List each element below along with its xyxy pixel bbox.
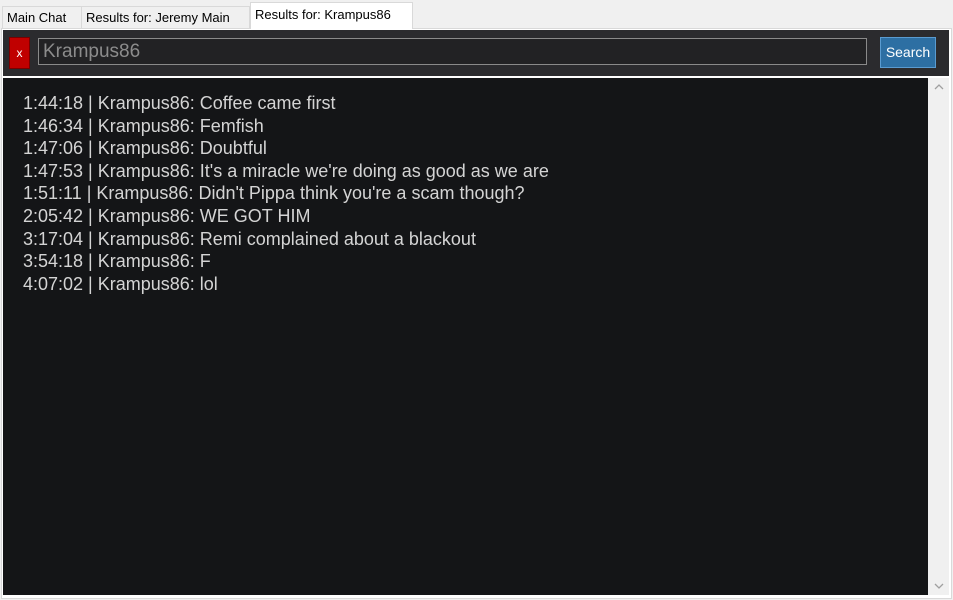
result-line: 1:47:53 | Krampus86: It's a miracle we'r… — [23, 160, 549, 181]
scroll-up-button[interactable] — [928, 78, 949, 95]
close-icon: x — [16, 46, 23, 60]
result-line: 1:44:18 | Krampus86: Coffee came first — [23, 93, 336, 113]
tab-results-jeremy-main[interactable]: Results for: Jeremy Main — [81, 6, 250, 28]
result-line: 1:47:06 | Krampus86: Doubtful — [23, 138, 267, 159]
chat-search-window: Main Chat Results for: Jeremy Main Resul… — [0, 0, 953, 600]
tab-strip: Main Chat Results for: Jeremy Main Resul… — [0, 0, 953, 29]
scroll-down-button[interactable] — [928, 578, 949, 595]
results-list: 1:44:18 | Krampus86: Coffee came first 1… — [23, 92, 549, 295]
tab-results-krampus86[interactable]: Results for: Krampus86 — [250, 2, 413, 29]
result-line: 2:05:42 | Krampus86: WE GOT HIM — [23, 205, 311, 226]
result-line: 1:46:34 | Krampus86: Femfish — [23, 115, 264, 136]
result-line: 3:54:18 | Krampus86: F — [23, 251, 211, 272]
clear-search-button[interactable]: x — [9, 37, 30, 69]
result-line: 1:51:11 | Krampus86: Didn't Pippa think … — [23, 183, 525, 204]
results-pane: 1:44:18 | Krampus86: Coffee came first 1… — [3, 78, 928, 595]
result-line: 3:17:04 | Krampus86: Remi complained abo… — [23, 228, 476, 249]
chevron-down-icon — [934, 583, 943, 589]
search-input[interactable] — [38, 38, 867, 65]
tab-main-chat[interactable]: Main Chat — [2, 6, 82, 28]
chevron-up-icon — [934, 84, 943, 90]
result-line: 4:07:02 | Krampus86: lol — [23, 273, 218, 294]
results-scrollbar[interactable] — [928, 78, 949, 595]
search-bar: x Search — [3, 30, 949, 76]
search-button[interactable]: Search — [880, 37, 936, 68]
